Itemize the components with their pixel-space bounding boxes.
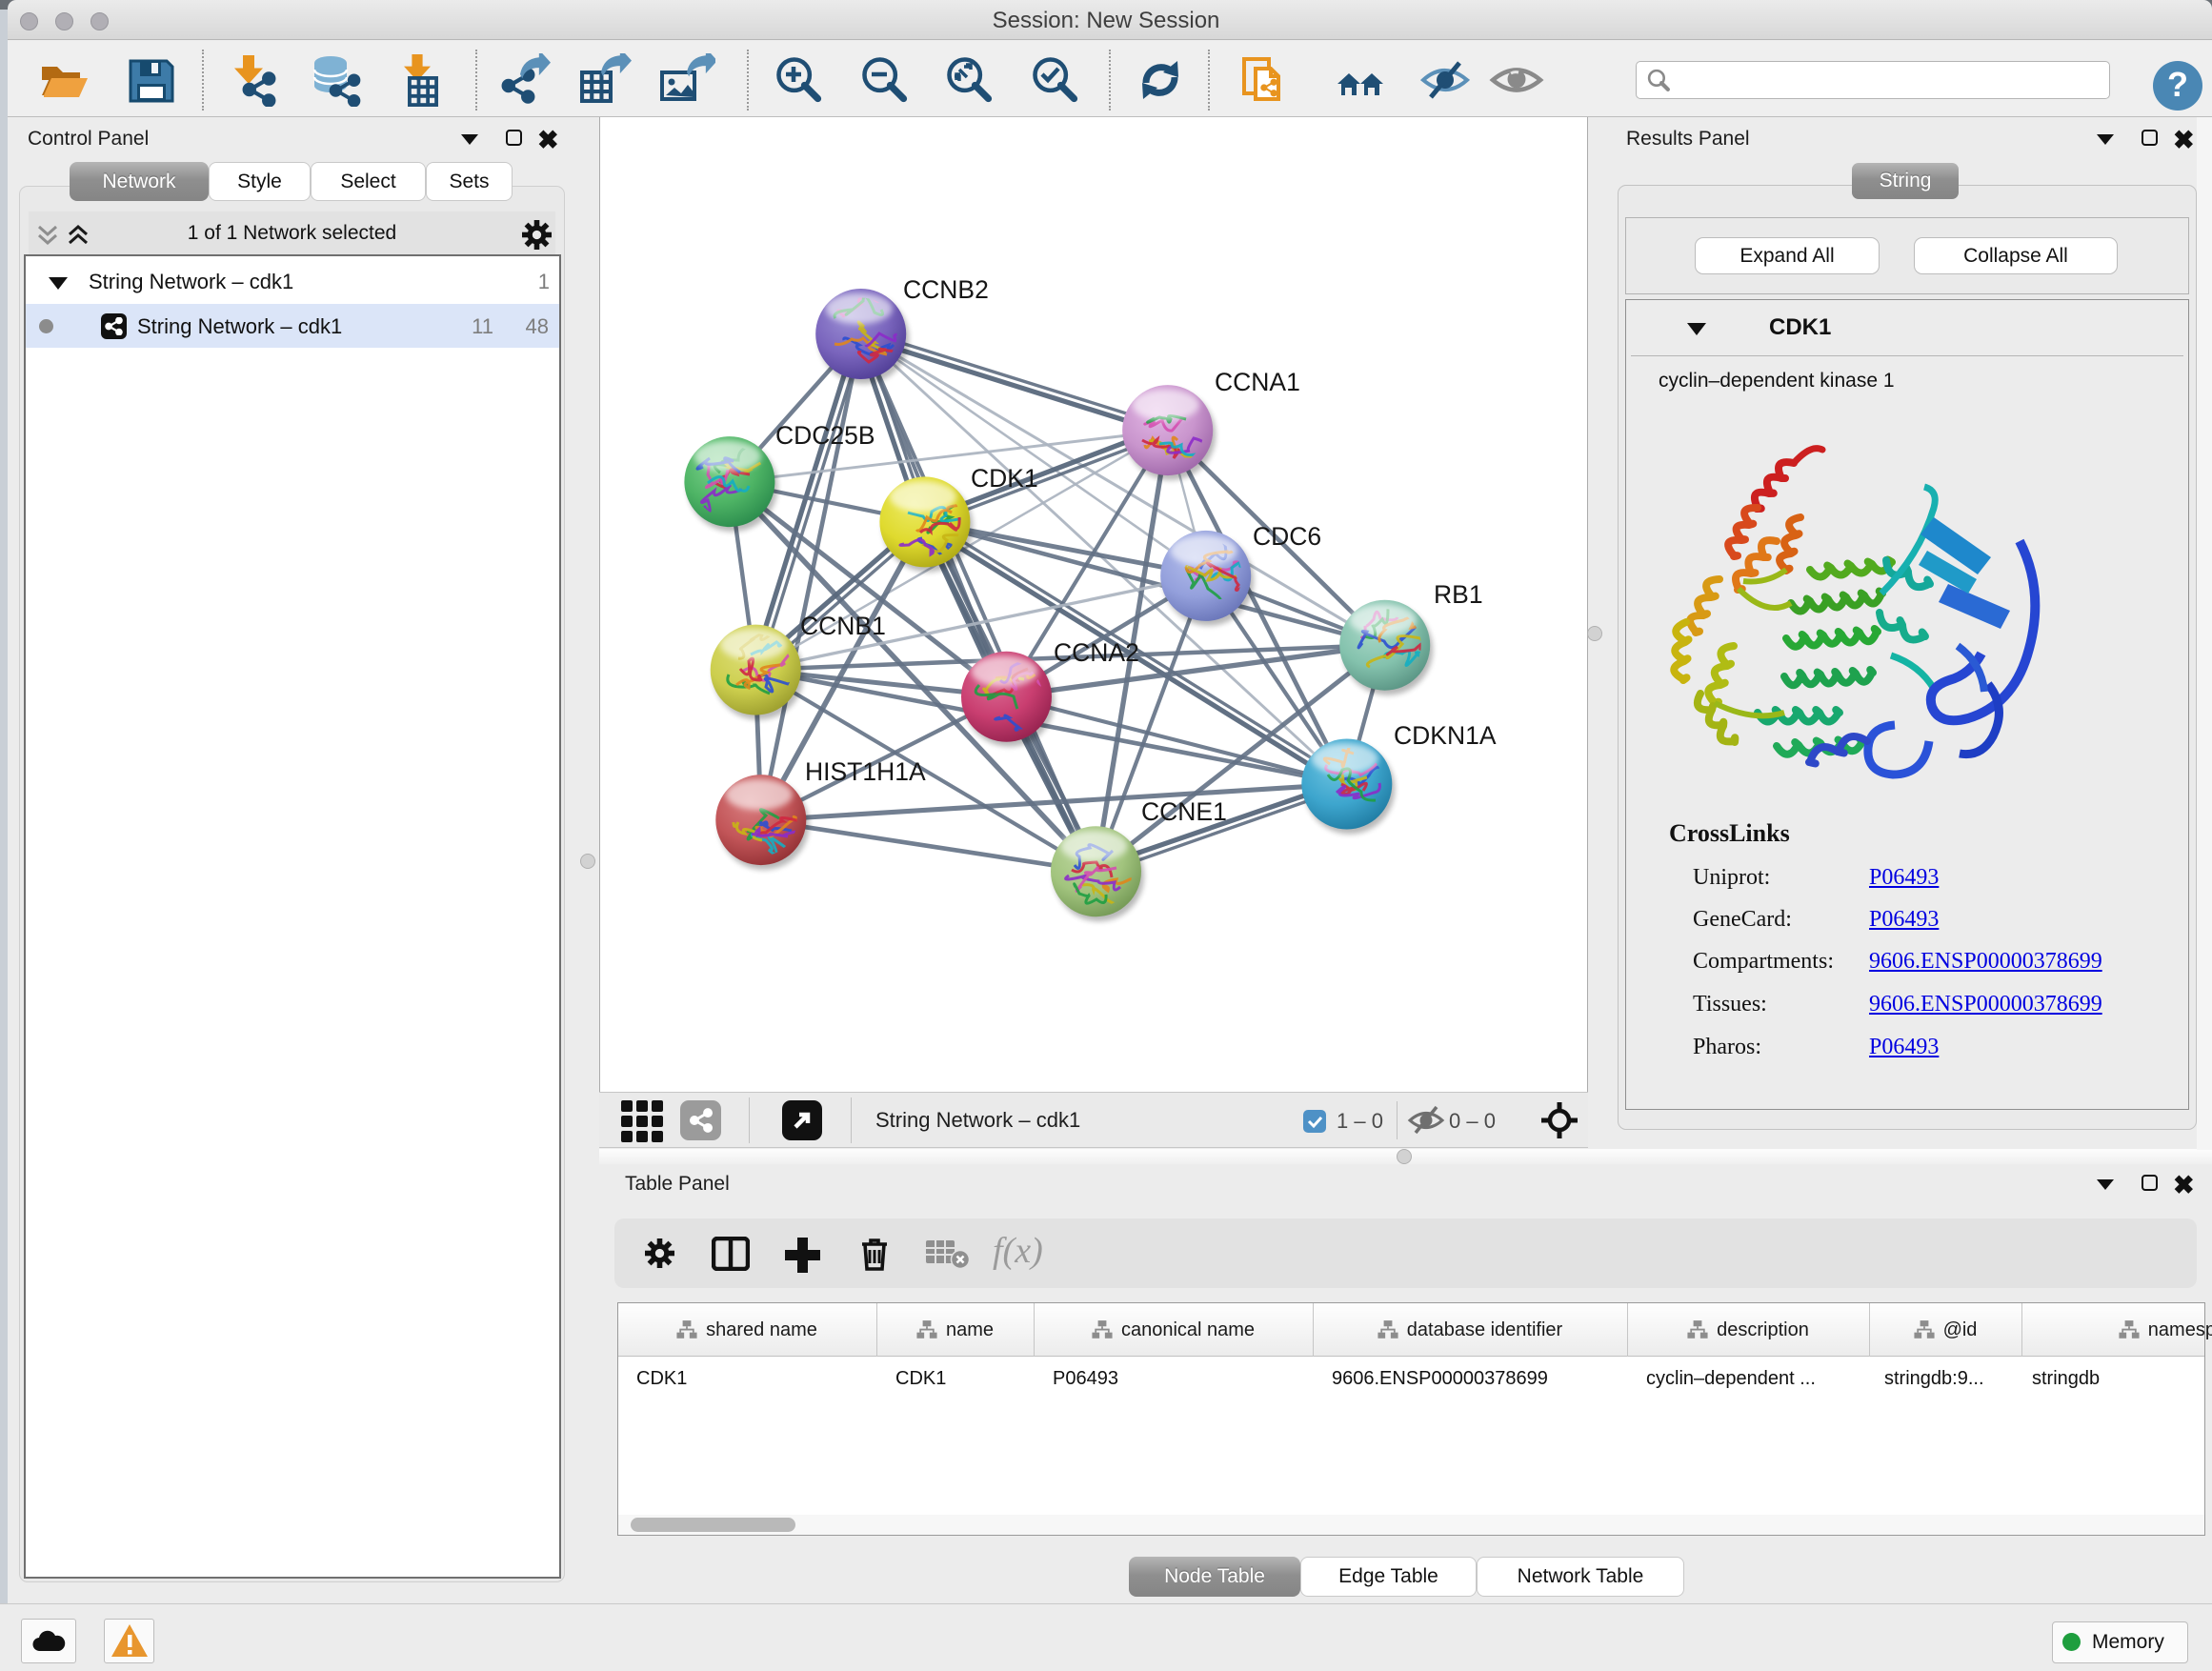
svg-text:CCNB1: CCNB1 [800,612,886,640]
svg-text:CDKN1A: CDKN1A [1394,721,1497,750]
svg-text:CCNA1: CCNA1 [1215,368,1300,396]
svg-text:HIST1H1A: HIST1H1A [805,757,926,786]
svg-text:CDC25B: CDC25B [775,421,875,450]
svg-text:CDK1: CDK1 [971,464,1038,493]
svg-text:RB1: RB1 [1434,580,1483,609]
svg-text:CCNA2: CCNA2 [1054,638,1139,667]
svg-text:CCNE1: CCNE1 [1141,797,1227,826]
svg-text:CDC6: CDC6 [1253,522,1321,551]
svg-text:CCNB2: CCNB2 [903,275,989,304]
